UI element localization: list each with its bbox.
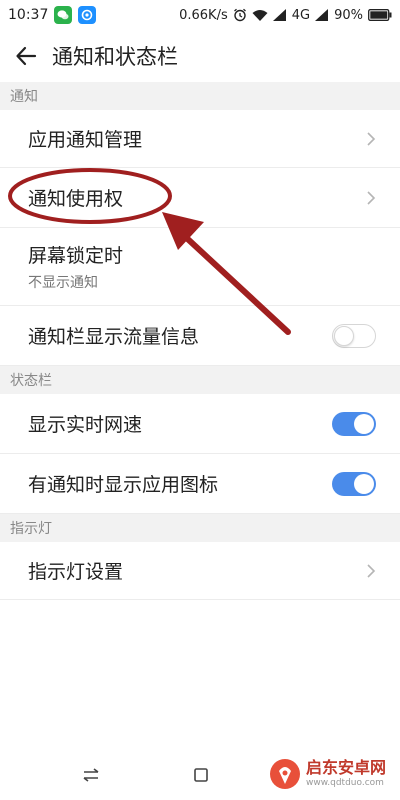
show-app-icon-toggle[interactable]	[332, 471, 376, 496]
back-button[interactable]	[0, 30, 52, 82]
app-notification-manage-row[interactable]: 应用通知管理	[0, 110, 400, 168]
row-label: 通知栏显示流量信息	[28, 326, 200, 348]
chevron-right-icon	[367, 190, 376, 205]
battery-icon	[368, 9, 392, 21]
show-speed-row[interactable]: 显示实时网速	[0, 394, 400, 454]
row-label: 应用通知管理	[28, 129, 143, 151]
app-header: 通知和状态栏	[0, 30, 400, 82]
show-traffic-row[interactable]: 通知栏显示流量信息	[0, 306, 400, 366]
wifi-icon	[252, 9, 268, 22]
toggle-knob	[334, 325, 354, 346]
lock-screen-row[interactable]: 屏幕锁定时 不显示通知	[0, 228, 400, 306]
signal-icon	[315, 9, 329, 21]
message-app-icon	[78, 6, 97, 24]
network-speed: 0.66K/s	[179, 7, 228, 23]
indicator-settings-row[interactable]: 指示灯设置	[0, 542, 400, 600]
show-speed-toggle[interactable]	[332, 411, 376, 436]
recents-icon	[194, 768, 208, 782]
section-header-indicator: 指示灯	[0, 514, 400, 542]
network-type: 4G	[291, 7, 311, 23]
row-label: 显示实时网速	[28, 414, 143, 436]
row-sublabel: 不显示通知	[28, 275, 98, 291]
chevron-right-icon	[367, 563, 376, 578]
status-bar: 10:37 0.66K/s 4G 90%	[0, 0, 400, 30]
signal-icon	[272, 9, 287, 21]
watermark: 启东安卓网 www.qdtduo.com	[268, 752, 400, 796]
back-nav-button[interactable]	[78, 762, 104, 788]
recents-nav-button[interactable]	[188, 762, 214, 788]
notification-access-row[interactable]: 通知使用权	[0, 168, 400, 228]
watermark-url: www.qdtduo.com	[306, 778, 384, 788]
page-title: 通知和状态栏	[52, 45, 178, 69]
watermark-logo	[270, 759, 300, 789]
show-app-icon-row[interactable]: 有通知时显示应用图标	[0, 454, 400, 514]
back-nav-icon	[83, 768, 99, 782]
alarm-icon	[233, 8, 247, 22]
battery-percent: 90%	[334, 7, 363, 23]
status-time: 10:37	[8, 7, 49, 23]
wechat-icon	[54, 6, 73, 24]
back-arrow-icon	[16, 46, 37, 66]
section-header-status-bar: 状态栏	[0, 366, 400, 394]
watermark-name: 启东安卓网	[306, 758, 387, 777]
toggle-knob	[354, 473, 374, 494]
show-traffic-toggle[interactable]	[332, 323, 376, 348]
section-header-notifications: 通知	[0, 82, 400, 110]
row-label: 通知使用权	[28, 188, 124, 210]
row-label: 指示灯设置	[28, 561, 124, 583]
toggle-knob	[354, 413, 374, 434]
row-label: 屏幕锁定时	[28, 245, 124, 267]
chevron-right-icon	[367, 131, 376, 146]
row-label: 有通知时显示应用图标	[28, 474, 219, 496]
